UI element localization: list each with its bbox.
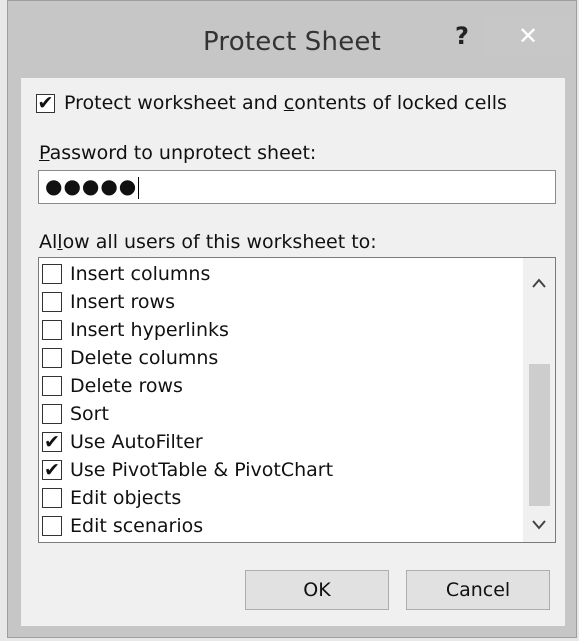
scroll-down-icon[interactable] (523, 512, 555, 542)
scroll-thumb[interactable] (529, 364, 550, 506)
permission-label: Insert hyperlinks (70, 319, 229, 341)
title-bar[interactable]: Protect Sheet ? ✕ (8, 1, 576, 73)
permission-checkbox[interactable] (42, 320, 62, 340)
permission-label: Edit objects (70, 487, 182, 509)
permission-checkbox[interactable] (42, 516, 62, 536)
permission-label: Delete columns (70, 347, 219, 369)
password-label: Password to unprotect sheet: (39, 142, 317, 164)
close-icon: ✕ (517, 22, 539, 50)
permission-checkbox[interactable]: ✔ (42, 460, 62, 480)
protect-contents-label: Protect worksheet and contents of locked… (64, 92, 507, 114)
permission-checkbox[interactable]: ✔ (42, 432, 62, 452)
list-scrollbar[interactable] (523, 258, 555, 542)
help-button[interactable]: ? (448, 19, 476, 53)
protect-sheet-dialog: Protect Sheet ? ✕ ✔ Protect worksheet an… (7, 0, 577, 638)
permissions-list[interactable]: Insert columns Insert rows Insert hyperlin… (38, 257, 556, 543)
list-item[interactable]: Edit scenarios (42, 512, 333, 540)
list-item[interactable]: Insert hyperlinks (42, 316, 333, 344)
permission-checkbox[interactable] (42, 292, 62, 312)
list-item[interactable]: Insert rows (42, 288, 333, 316)
permission-label: Use PivotTable & PivotChart (70, 459, 334, 481)
permission-label: Sort (70, 403, 109, 425)
permission-checkbox[interactable] (42, 376, 62, 396)
list-item[interactable]: Insert columns (42, 260, 333, 288)
permission-label: Delete rows (70, 375, 183, 397)
list-item[interactable]: Edit objects (42, 484, 333, 512)
allow-users-label: Allow all users of this worksheet to: (39, 231, 377, 253)
text-caret (138, 176, 140, 199)
permission-checkbox[interactable] (42, 348, 62, 368)
list-item[interactable]: ✔ Use AutoFilter (42, 428, 333, 456)
list-item[interactable]: Sort (42, 400, 333, 428)
list-item[interactable]: Delete rows (42, 372, 333, 400)
list-item[interactable]: Delete columns (42, 344, 333, 372)
password-input[interactable]: ●●●●● (38, 170, 556, 204)
permission-label: Insert rows (70, 291, 175, 313)
protect-contents-option[interactable]: ✔ Protect worksheet and contents of lock… (36, 92, 507, 114)
permission-checkbox[interactable] (42, 488, 62, 508)
permission-checkbox[interactable] (42, 264, 62, 284)
permissions-items: Insert columns Insert rows Insert hyperlin… (42, 260, 333, 540)
ok-button[interactable]: OK (245, 570, 389, 610)
password-value: ●●●●● (45, 174, 138, 198)
protect-contents-checkbox[interactable]: ✔ (36, 93, 55, 113)
permission-checkbox[interactable] (42, 404, 62, 424)
scroll-up-icon[interactable] (523, 268, 555, 298)
close-button[interactable]: ✕ (484, 17, 572, 55)
cancel-button[interactable]: Cancel (406, 570, 550, 610)
list-item[interactable]: ✔ Use PivotTable & PivotChart (42, 456, 333, 484)
permission-label: Use AutoFilter (70, 431, 203, 453)
permission-label: Insert columns (70, 263, 211, 285)
dialog-body: ✔ Protect worksheet and contents of lock… (21, 78, 565, 626)
permission-label: Edit scenarios (70, 515, 204, 537)
